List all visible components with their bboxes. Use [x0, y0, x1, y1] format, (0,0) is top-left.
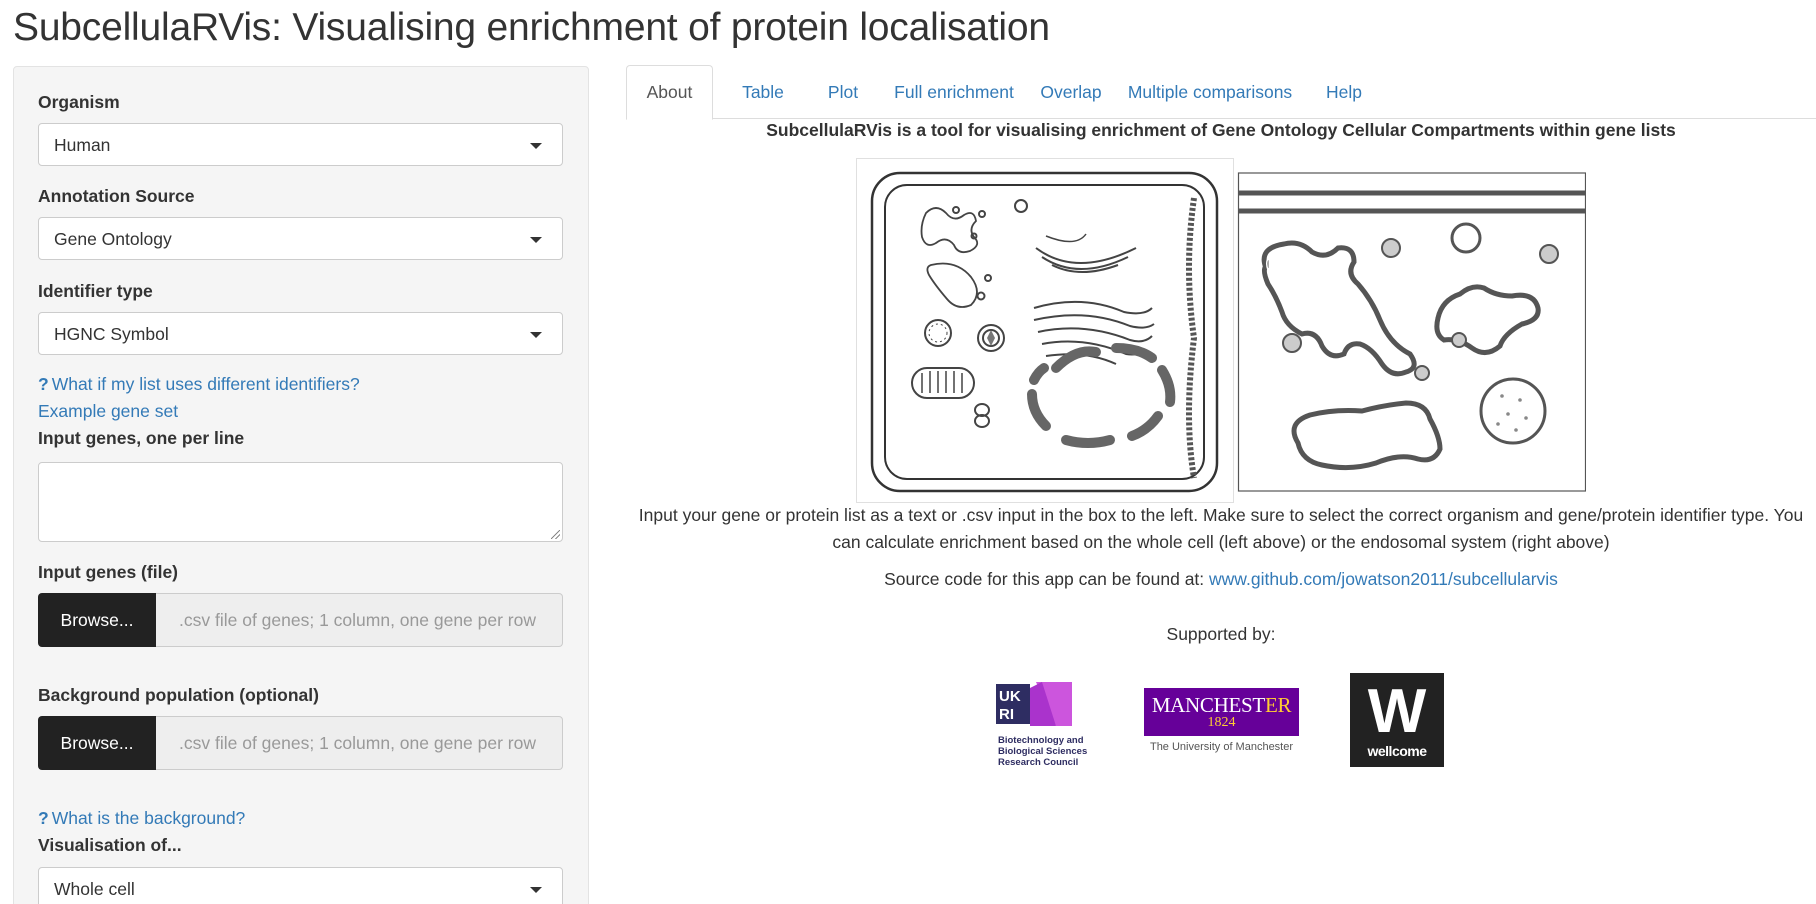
organism-select-value: Human: [54, 135, 111, 155]
input-file-label: Input genes (file): [38, 562, 178, 582]
visualisation-value: Whole cell: [54, 879, 135, 899]
chevron-down-icon: [530, 332, 542, 338]
chevron-down-icon: [530, 237, 542, 243]
tab-plot[interactable]: Plot: [806, 65, 880, 119]
whole-cell-diagram: [856, 158, 1234, 503]
svg-text:RI: RI: [999, 706, 1014, 723]
ukri-mark-icon: UK RI: [996, 682, 1072, 726]
annotation-source-label: Annotation Source: [38, 186, 195, 206]
github-link[interactable]: www.github.com/jowatson2011/subcellularv…: [1209, 569, 1558, 589]
cell-diagram-images: [856, 158, 1587, 503]
cell-diagrams: [856, 158, 1587, 508]
identifiers-help-link[interactable]: ? What if my list uses different identifi…: [38, 374, 360, 395]
tab-help[interactable]: Help: [1310, 65, 1378, 119]
university-of-manchester-logo: MANCHESTER 1824 The University of Manche…: [1144, 688, 1304, 758]
tab-full-enrichment[interactable]: Full enrichment: [886, 65, 1022, 119]
chevron-down-icon: [530, 143, 542, 149]
wellcome-logo: W wellcome: [1350, 673, 1444, 767]
background-help-text: What is the background?: [51, 808, 246, 828]
example-gene-set-link[interactable]: Example gene set: [38, 401, 178, 422]
tab-overlap[interactable]: Overlap: [1030, 65, 1112, 119]
endosomal-system-diagram: [1237, 172, 1587, 492]
supported-by-label: Supported by:: [1166, 624, 1276, 644]
organism-label: Organism: [38, 92, 120, 112]
annotation-source-select[interactable]: Gene Ontology: [38, 217, 563, 260]
source-prefix: Source code for this app can be found at…: [884, 569, 1205, 589]
source-code-line: Source code for this app can be found at…: [626, 569, 1816, 590]
bbsrc-logo-text: Biotechnology and Biological Sciences Re…: [998, 735, 1088, 768]
tab-multiple-comparisons[interactable]: Multiple comparisons: [1116, 65, 1304, 119]
input-file-placeholder[interactable]: .csv file of genes; 1 column, one gene p…: [156, 593, 563, 647]
resize-grip-icon[interactable]: [551, 530, 560, 539]
question-icon: ?: [38, 374, 49, 394]
identifier-type-select[interactable]: HGNC Symbol: [38, 312, 563, 355]
tab-about[interactable]: About: [626, 65, 713, 120]
input-genes-label: Input genes, one per line: [38, 428, 245, 448]
svg-text:UK: UK: [999, 688, 1021, 705]
input-file-browse-button[interactable]: Browse...: [38, 593, 156, 647]
background-help-link[interactable]: ? What is the background?: [38, 808, 245, 829]
identifier-type-value: HGNC Symbol: [54, 324, 169, 344]
bbsrc-logo: UK RI Biotechnology and Biological Scien…: [996, 682, 1096, 768]
background-file-browse-button[interactable]: Browse...: [38, 716, 156, 770]
identifier-type-label: Identifier type: [38, 281, 153, 301]
background-file-control: Browse... .csv file of genes; 1 column, …: [38, 716, 563, 770]
visualisation-label: Visualisation of...: [38, 835, 182, 855]
input-file-control: Browse... .csv file of genes; 1 column, …: [38, 593, 563, 647]
identifiers-help-text: What if my list uses different identifie…: [51, 374, 360, 394]
chevron-down-icon: [530, 887, 542, 893]
visualisation-select[interactable]: Whole cell: [38, 867, 563, 904]
organism-select[interactable]: Human: [38, 123, 563, 166]
question-icon: ?: [38, 808, 49, 828]
background-file-label: Background population (optional): [38, 685, 319, 705]
about-heading: SubcellulaRVis is a tool for visualising…: [766, 120, 1676, 140]
sidebar-panel: Organism Human Annotation Source Gene On…: [13, 66, 589, 904]
app-title: SubcellulaRVis: Visualising enrichment o…: [13, 6, 1050, 49]
input-genes-textarea[interactable]: [38, 462, 563, 542]
main-tabs: About Table Plot Full enrichment Overlap…: [626, 65, 1816, 120]
about-description: Input your gene or protein list as a tex…: [638, 505, 1804, 552]
annotation-source-value: Gene Ontology: [54, 229, 172, 249]
tab-table[interactable]: Table: [723, 65, 803, 119]
background-file-placeholder[interactable]: .csv file of genes; 1 column, one gene p…: [156, 716, 563, 770]
